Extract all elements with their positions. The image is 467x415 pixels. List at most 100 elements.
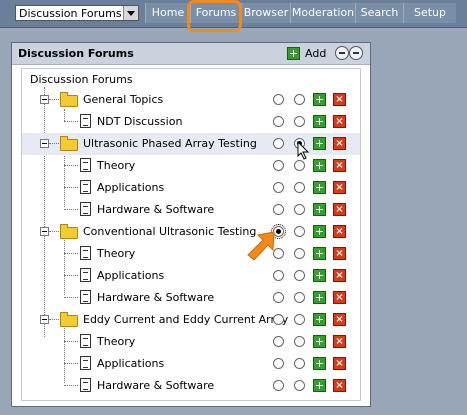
add-child-icon[interactable] [313, 181, 326, 194]
document-icon [80, 246, 91, 260]
move-into-radio[interactable] [294, 94, 305, 105]
document-icon [80, 334, 91, 348]
move-into-radio[interactable] [294, 226, 305, 237]
add-child-icon[interactable] [313, 357, 326, 370]
forum-label[interactable]: Applications [97, 181, 164, 194]
minimize-icon[interactable] [335, 46, 349, 60]
forum-label[interactable]: Theory [97, 335, 135, 348]
move-before-radio[interactable] [273, 292, 284, 303]
add-child-icon[interactable] [313, 225, 326, 238]
forum-label[interactable]: Hardware & Software [97, 203, 214, 216]
delete-icon[interactable]: × [333, 313, 346, 326]
move-before-radio[interactable] [273, 380, 284, 391]
folder-icon [60, 92, 78, 107]
forum-label[interactable]: NDT Discussion [97, 115, 182, 128]
forum-select[interactable]: Discussion Forums [15, 5, 139, 21]
move-into-radio[interactable] [294, 380, 305, 391]
add-child-icon[interactable] [313, 247, 326, 260]
delete-icon[interactable]: × [333, 379, 346, 392]
delete-icon[interactable]: × [333, 115, 346, 128]
collapse-icon[interactable] [40, 227, 49, 236]
forum-row: Hardware & Software × [22, 199, 360, 221]
document-icon [80, 268, 91, 282]
document-icon [80, 290, 91, 304]
tab-moderation[interactable]: Moderation [290, 3, 355, 23]
delete-icon[interactable]: × [333, 181, 346, 194]
add-icon[interactable] [287, 47, 300, 60]
move-before-radio[interactable] [273, 116, 284, 127]
move-into-radio[interactable] [294, 336, 305, 347]
delete-icon[interactable]: × [333, 247, 346, 260]
delete-icon[interactable]: × [333, 225, 346, 238]
move-into-radio[interactable] [294, 292, 305, 303]
add-child-icon[interactable] [313, 335, 326, 348]
delete-icon[interactable]: × [333, 203, 346, 216]
tab-setup[interactable]: Setup [403, 3, 456, 23]
add-child-icon[interactable] [313, 269, 326, 282]
delete-icon[interactable]: × [333, 357, 346, 370]
forum-label[interactable]: Hardware & Software [97, 379, 214, 392]
delete-icon[interactable]: × [333, 335, 346, 348]
delete-icon[interactable]: × [333, 159, 346, 172]
add-child-icon[interactable] [313, 115, 326, 128]
move-into-radio[interactable] [294, 314, 305, 325]
move-before-radio[interactable] [273, 336, 284, 347]
move-before-radio[interactable] [273, 204, 284, 215]
delete-icon[interactable]: × [333, 93, 346, 106]
add-child-icon[interactable] [313, 93, 326, 106]
add-child-icon[interactable] [313, 137, 326, 150]
forum-label[interactable]: General Topics [83, 93, 163, 106]
forum-label[interactable]: Eddy Current and Eddy Current Array [83, 313, 288, 326]
add-child-icon[interactable] [313, 379, 326, 392]
move-before-radio[interactable] [273, 358, 284, 369]
forum-row: Theory × [22, 155, 360, 177]
document-icon [80, 180, 91, 194]
forum-row: Hardware & Software × [22, 375, 360, 397]
forum-tree: Discussion Forums General Topics × NDT D… [21, 68, 361, 401]
pointer-arrow-icon [247, 231, 275, 261]
forum-row: Theory × [22, 243, 360, 265]
forum-label[interactable]: Applications [97, 269, 164, 282]
forum-row: Conventional Ultrasonic Testing × [22, 221, 360, 243]
forum-label[interactable]: Applications [97, 357, 164, 370]
move-before-radio[interactable] [273, 314, 284, 325]
maximize-icon[interactable] [349, 46, 363, 60]
folder-icon [60, 224, 78, 239]
forum-label[interactable]: Hardware & Software [97, 291, 214, 304]
forum-row: Applications × [22, 265, 360, 287]
add-child-icon[interactable] [313, 203, 326, 216]
delete-icon[interactable]: × [333, 137, 346, 150]
tab-browser[interactable]: Browser [241, 3, 290, 23]
forum-label[interactable]: Ultrasonic Phased Array Testing [83, 137, 257, 150]
add-button[interactable]: Add [305, 47, 326, 60]
chevron-down-icon[interactable] [123, 6, 138, 20]
panel-title: Discussion Forums [18, 47, 134, 60]
collapse-icon[interactable] [40, 95, 49, 104]
forum-label[interactable]: Conventional Ultrasonic Testing [83, 225, 256, 238]
document-icon [80, 158, 91, 172]
move-into-radio[interactable] [294, 358, 305, 369]
move-into-radio[interactable] [294, 182, 305, 193]
add-child-icon[interactable] [313, 313, 326, 326]
add-child-icon[interactable] [313, 159, 326, 172]
move-into-radio[interactable] [294, 116, 305, 127]
delete-icon[interactable]: × [333, 291, 346, 304]
forum-label[interactable]: Theory [97, 159, 135, 172]
move-into-radio[interactable] [294, 248, 305, 259]
move-into-radio[interactable] [294, 270, 305, 281]
delete-icon[interactable]: × [333, 269, 346, 282]
move-before-radio[interactable] [273, 138, 284, 149]
collapse-icon[interactable] [40, 315, 49, 324]
forum-row: Ultrasonic Phased Array Testing × [22, 133, 360, 160]
tab-home[interactable]: Home [145, 3, 190, 23]
move-into-radio[interactable] [294, 160, 305, 171]
move-before-radio[interactable] [273, 270, 284, 281]
move-before-radio[interactable] [273, 182, 284, 193]
move-before-radio[interactable] [273, 160, 284, 171]
move-before-radio[interactable] [273, 94, 284, 105]
add-child-icon[interactable] [313, 291, 326, 304]
collapse-icon[interactable] [40, 139, 49, 148]
move-into-radio[interactable] [294, 204, 305, 215]
forum-label[interactable]: Theory [97, 247, 135, 260]
tab-search[interactable]: Search [355, 3, 403, 23]
